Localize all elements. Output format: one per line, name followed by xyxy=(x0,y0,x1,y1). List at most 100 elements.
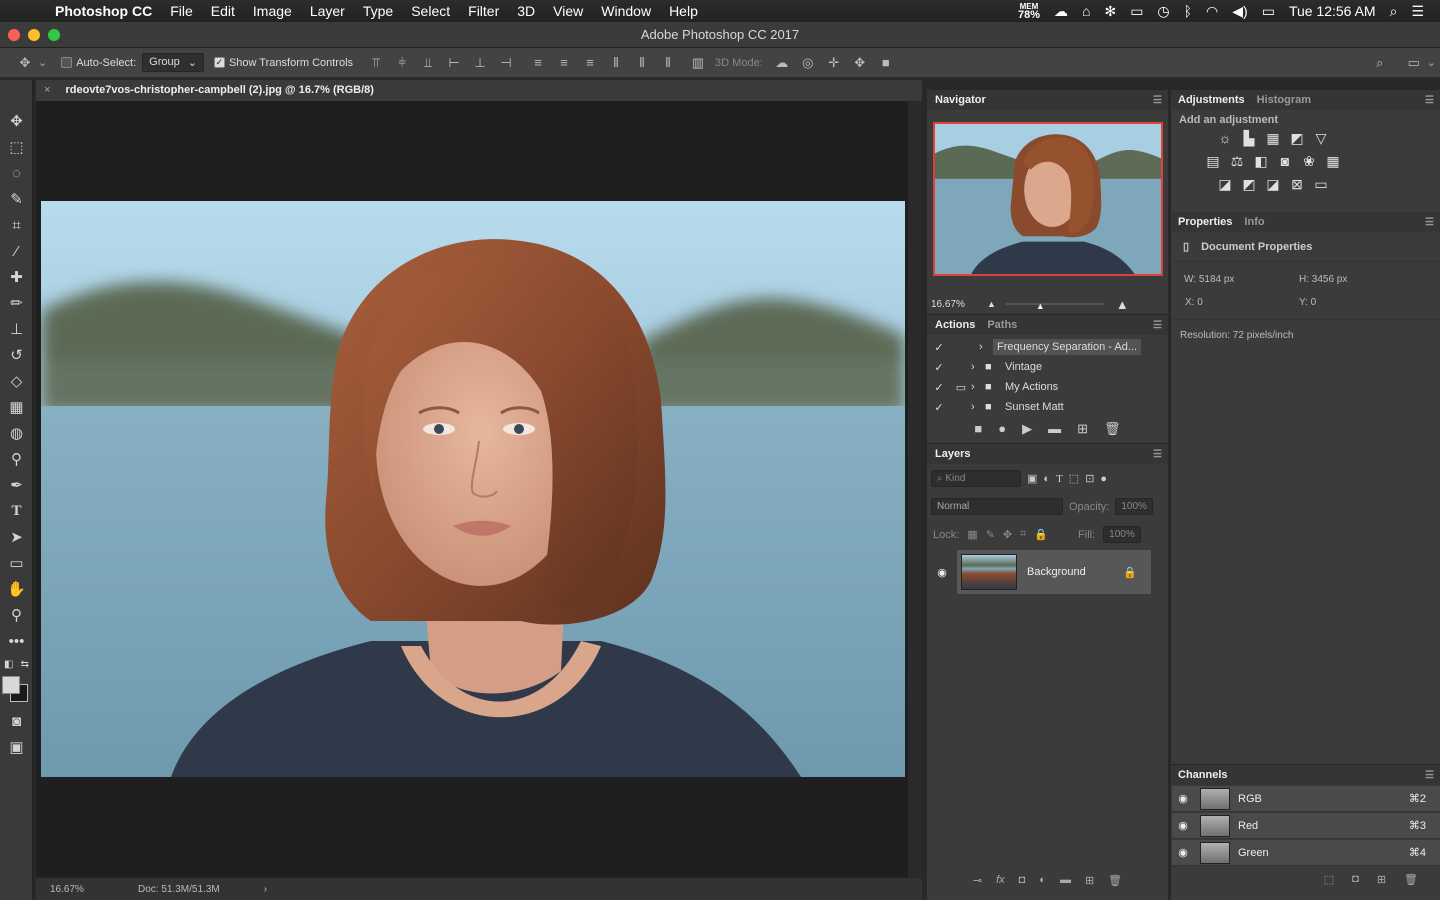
photo-filter-icon[interactable]: ◙ xyxy=(1273,153,1297,170)
layer-row-body[interactable]: Background 🔒 xyxy=(957,550,1151,594)
channel-row-rgb[interactable]: ◉ RGB ⌘2 xyxy=(1172,786,1440,812)
rectangle-tool-icon[interactable]: ▭ xyxy=(0,550,33,576)
auto-select-dropdown[interactable]: Group ⌄ xyxy=(142,53,204,72)
canvas-vertical-scrollbar[interactable] xyxy=(908,101,922,877)
lock-all-icon[interactable]: 🔒 xyxy=(1034,528,1048,541)
opacity-field[interactable]: 100% xyxy=(1115,498,1153,515)
levels-icon[interactable]: ▙ xyxy=(1237,130,1261,147)
quick-mask-icon[interactable]: ◙ xyxy=(0,708,33,734)
stop-icon[interactable]: ■ xyxy=(974,421,982,437)
document-image[interactable] xyxy=(41,201,905,777)
menu-view[interactable]: View xyxy=(544,3,592,19)
memory-indicator[interactable]: MEM 78% xyxy=(1018,2,1040,20)
dialog-toggle-icon[interactable]: ▭ xyxy=(951,381,971,394)
distribute-vcenter-icon[interactable]: ≡ xyxy=(551,55,577,70)
new-action-icon[interactable]: ⊞ xyxy=(1077,421,1088,437)
zoom-in-icon[interactable]: ▲ xyxy=(1116,297,1129,312)
tab-layers[interactable]: Layers xyxy=(927,448,976,460)
menu-file[interactable]: File xyxy=(161,3,202,19)
panel-menu-icon[interactable]: ☰ xyxy=(1153,320,1162,331)
distribute-hcenter-icon[interactable]: ⦀ xyxy=(629,55,655,71)
navigator-zoom-value[interactable]: 16.67% xyxy=(931,299,987,310)
move-tool-icon[interactable]: ✥ xyxy=(12,55,38,71)
healing-brush-tool-icon[interactable]: ✚ xyxy=(0,264,33,290)
time-machine-icon[interactable]: ◷ xyxy=(1157,3,1169,20)
menu-select[interactable]: Select xyxy=(402,3,459,19)
3d-pan-icon[interactable]: ✛ xyxy=(821,55,847,71)
brightness-contrast-icon[interactable]: ☼ xyxy=(1213,130,1237,147)
type-tool-icon[interactable]: T xyxy=(0,498,33,524)
pen-tool-icon[interactable]: ✒ xyxy=(0,472,33,498)
action-row[interactable]: ✓ › Frequency Separation - Ad... xyxy=(927,337,1168,357)
curves-icon[interactable]: ▦ xyxy=(1261,130,1285,147)
lock-artboard-icon[interactable]: ⌗ xyxy=(1020,528,1026,541)
menu-layer[interactable]: Layer xyxy=(301,3,354,19)
tab-navigator[interactable]: Navigator xyxy=(927,94,992,106)
expand-chevron-icon[interactable]: › xyxy=(979,341,993,353)
new-group-icon[interactable]: ▬ xyxy=(1060,874,1071,887)
layer-visibility-eye-icon[interactable]: ◉ xyxy=(927,566,957,579)
vibrance-icon[interactable]: ▽ xyxy=(1309,130,1333,147)
foreground-color-swatch[interactable] xyxy=(2,676,20,694)
clock[interactable]: Tue 12:56 AM xyxy=(1289,3,1376,19)
status-menu-arrow-icon[interactable]: › xyxy=(264,884,267,895)
menu-3d[interactable]: 3D xyxy=(508,3,544,19)
close-document-icon[interactable]: × xyxy=(44,84,50,96)
lock-image-icon[interactable]: ✎ xyxy=(986,528,995,541)
channel-mixer-icon[interactable]: ❀ xyxy=(1297,153,1321,170)
y-value[interactable]: Y: 0 xyxy=(1299,297,1316,308)
filter-adjustment-icon[interactable]: ◐ xyxy=(1043,473,1050,485)
menu-filter[interactable]: Filter xyxy=(459,3,508,19)
history-brush-tool-icon[interactable]: ↺ xyxy=(0,342,33,368)
panel-menu-icon[interactable]: ☰ xyxy=(1425,217,1434,228)
screen-mode-icon[interactable]: ▣ xyxy=(0,734,33,760)
add-mask-icon[interactable]: ◘ xyxy=(1019,874,1026,887)
action-set-row[interactable]: ✓ › ■ Sunset Matt xyxy=(927,397,1168,417)
airplay-icon[interactable]: ▭ xyxy=(1130,3,1143,20)
expand-chevron-icon[interactable]: › xyxy=(971,381,985,393)
notification-center-icon[interactable]: ☰ xyxy=(1411,3,1424,20)
brush-tool-icon[interactable]: ✏ xyxy=(0,290,33,316)
channel-row-green[interactable]: ◉ Green ⌘4 xyxy=(1172,840,1440,866)
expand-chevron-icon[interactable]: › xyxy=(971,361,985,373)
zoom-slider[interactable]: ▲ xyxy=(1005,301,1104,311)
script-icon[interactable]: ✻ xyxy=(1104,3,1116,20)
tab-info[interactable]: Info xyxy=(1238,216,1270,228)
crop-tool-icon[interactable]: ⌗ xyxy=(0,212,33,238)
action-toggle-check-icon[interactable]: ✓ xyxy=(927,361,951,374)
filter-type-icon[interactable]: T xyxy=(1056,473,1063,485)
expand-chevron-icon[interactable]: › xyxy=(971,401,985,413)
link-layers-icon[interactable]: ⊸ xyxy=(973,874,982,887)
distribute-bottom-icon[interactable]: ≡ xyxy=(577,55,603,70)
wifi-icon[interactable]: ◠ xyxy=(1206,3,1218,20)
3d-roll-icon[interactable]: ◎ xyxy=(795,55,821,71)
panel-menu-icon[interactable]: ☰ xyxy=(1153,95,1162,106)
layer-style-fx-icon[interactable]: fx xyxy=(996,874,1005,887)
menu-edit[interactable]: Edit xyxy=(202,3,244,19)
tab-properties[interactable]: Properties xyxy=(1171,216,1238,228)
panel-menu-icon[interactable]: ☰ xyxy=(1153,449,1162,460)
filter-toggle-icon[interactable]: ● xyxy=(1100,473,1107,485)
selective-color-icon[interactable]: ⊠ xyxy=(1285,176,1309,193)
zoom-out-icon[interactable]: ▲ xyxy=(987,299,996,309)
auto-align-icon[interactable]: ▥ xyxy=(685,55,711,71)
align-top-icon[interactable]: ⫪ xyxy=(363,55,389,71)
workspace-icon[interactable]: ▭ xyxy=(1401,55,1427,71)
spotlight-search-icon[interactable]: ⌕ xyxy=(1390,3,1398,20)
workspace-chevron-icon[interactable]: ⌄ xyxy=(1427,56,1436,69)
tool-preset-chevron-icon[interactable]: ⌄ xyxy=(38,56,47,69)
kind-filter-dropdown[interactable]: ⌕ Kind xyxy=(931,470,1021,487)
play-icon[interactable]: ▶ xyxy=(1022,421,1032,437)
channel-row-red[interactable]: ◉ Red ⌘3 xyxy=(1172,813,1440,839)
channel-visibility-eye-icon[interactable]: ◉ xyxy=(1172,819,1194,832)
posterize-icon[interactable]: ◩ xyxy=(1237,176,1261,193)
tab-actions[interactable]: Actions xyxy=(927,319,981,331)
delete-layer-icon[interactable]: 🗑 xyxy=(1108,874,1122,887)
action-set-row[interactable]: ✓ ▭ › ■ My Actions xyxy=(927,377,1168,397)
align-left-icon[interactable]: ⊢ xyxy=(441,55,467,71)
layer-row[interactable]: ◉ Background 🔒 xyxy=(927,550,1153,594)
trash-icon[interactable]: 🗑 xyxy=(1104,421,1121,437)
new-channel-icon[interactable]: ⊞ xyxy=(1377,873,1386,886)
dodge-tool-icon[interactable]: ⚲ xyxy=(0,446,33,472)
lock-transparent-icon[interactable]: ▦ xyxy=(967,528,977,541)
